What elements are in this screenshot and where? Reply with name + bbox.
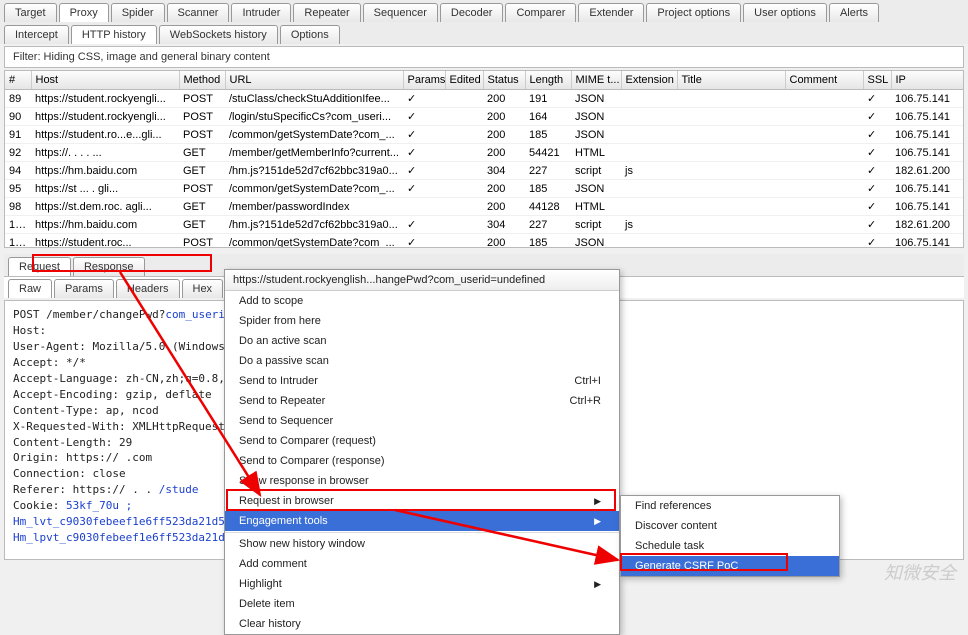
engagement-submenu[interactable]: Find referencesDiscover contentSchedule … [620,495,840,577]
submenu-generate-csrf-poc[interactable]: Generate CSRF PoC [621,556,839,576]
menu-add-to-scope[interactable]: Add to scope [225,291,619,311]
col-method[interactable]: Method [179,71,225,90]
menu-clear-history[interactable]: Clear history [225,614,619,634]
table-row[interactable]: 89https://student.rockyengli...POST/stuC… [5,90,964,108]
table-row[interactable]: 98https://st.dem.roc. agli...GET/member/… [5,198,964,216]
tab-sequencer[interactable]: Sequencer [363,3,438,22]
tab-headers[interactable]: Headers [116,279,180,298]
tab-response[interactable]: Response [73,257,145,276]
tab-websockets-history[interactable]: WebSockets history [159,25,278,44]
menu-do-a-passive-scan[interactable]: Do a passive scan [225,351,619,371]
table-row[interactable]: 90https://student.rockyengli...POST/logi… [5,108,964,126]
col-status[interactable]: Status [483,71,525,90]
request-line: POST /member/changePwd? [13,308,165,321]
table-row[interactable]: 92https://. . . . ...GET/member/getMembe… [5,144,964,162]
tab-request[interactable]: Request [8,257,71,276]
col-ssl[interactable]: SSL [863,71,891,90]
tab-http-history[interactable]: HTTP history [71,25,157,44]
context-menu[interactable]: https://student.rockyenglish...hangePwd?… [224,269,620,635]
proxy-sub-tabs: InterceptHTTP historyWebSockets historyO… [0,22,968,44]
menu-spider-from-here[interactable]: Spider from here [225,311,619,331]
tab-scanner[interactable]: Scanner [167,3,230,22]
tab-extender[interactable]: Extender [578,3,644,22]
menu-send-to-sequencer[interactable]: Send to Sequencer [225,411,619,431]
tab-repeater[interactable]: Repeater [293,3,360,22]
menu-send-to-intruder[interactable]: Send to IntruderCtrl+I [225,371,619,391]
header-referer: Referer: https:// . . [13,483,159,496]
context-menu-header: https://student.rockyenglish...hangePwd?… [225,270,619,291]
submenu-schedule-task[interactable]: Schedule task [621,536,839,556]
watermark: 知微安全 [884,559,956,585]
tab-comparer[interactable]: Comparer [505,3,576,22]
col-extension[interactable]: Extension [621,71,677,90]
tab-alerts[interactable]: Alerts [829,3,879,22]
tab-hex[interactable]: Hex [182,279,224,298]
tab-spider[interactable]: Spider [111,3,165,22]
menu-do-an-active-scan[interactable]: Do an active scan [225,331,619,351]
table-row[interactable]: 101https://student.roc...POST/common/get… [5,234,964,249]
menu-engagement-tools[interactable]: Engagement tools▶ [225,511,619,531]
tab-decoder[interactable]: Decoder [440,3,504,22]
menu-highlight[interactable]: Highlight▶ [225,574,619,594]
table-row[interactable]: 95https://st ... . gli...POST/common/get… [5,180,964,198]
table-row[interactable]: 100https://hm.baidu.comGET/hm.js?151de52… [5,216,964,234]
col-title[interactable]: Title [677,71,785,90]
header-cookie: Cookie: [13,499,66,512]
col-mimet[interactable]: MIME t... [571,71,621,90]
tab-intruder[interactable]: Intruder [231,3,291,22]
tab-target[interactable]: Target [4,3,57,22]
menu-show-new-history-window[interactable]: Show new history window [225,534,619,554]
col-host[interactable]: Host [31,71,179,90]
col-edited[interactable]: Edited [445,71,483,90]
tab-params[interactable]: Params [54,279,114,298]
submenu-find-references[interactable]: Find references [621,496,839,516]
tab-project-options[interactable]: Project options [646,3,741,22]
filter-bar[interactable]: Filter: Hiding CSS, image and general bi… [4,46,964,68]
main-tab-bar: TargetProxySpiderScannerIntruderRepeater… [0,0,968,22]
menu-send-to-comparer-response-[interactable]: Send to Comparer (response) [225,451,619,471]
col-url[interactable]: URL [225,71,403,90]
chevron-right-icon: ▶ [594,579,601,590]
referer-path: /stude [159,483,199,496]
tab-raw[interactable]: Raw [8,279,52,298]
menu-delete-item[interactable]: Delete item [225,594,619,614]
col-length[interactable]: Length [525,71,571,90]
menu-add-comment[interactable]: Add comment [225,554,619,574]
col-ip[interactable]: IP [891,71,964,90]
http-history-table[interactable]: #HostMethodURLParamsEditedStatusLengthMI… [4,70,964,248]
menu-send-to-repeater[interactable]: Send to RepeaterCtrl+R [225,391,619,411]
tab-intercept[interactable]: Intercept [4,25,69,44]
chevron-right-icon: ▶ [594,516,601,527]
tab-options[interactable]: Options [280,25,340,44]
cookie-val: 53kf_70u ; [66,499,132,512]
tab-user-options[interactable]: User options [743,3,827,22]
table-row[interactable]: 91https://student.ro...e...gli...POST/co… [5,126,964,144]
menu-send-to-comparer-request-[interactable]: Send to Comparer (request) [225,431,619,451]
col-comment[interactable]: Comment [785,71,863,90]
chevron-right-icon: ▶ [594,496,601,507]
menu-request-in-browser[interactable]: Request in browser▶ [225,491,619,511]
menu-show-response-in-browser[interactable]: Show response in browser [225,471,619,491]
submenu-discover-content[interactable]: Discover content [621,516,839,536]
tab-proxy[interactable]: Proxy [59,3,109,22]
col-[interactable]: # [5,71,31,90]
table-row[interactable]: 94https://hm.baidu.comGET/hm.js?151de52d… [5,162,964,180]
col-params[interactable]: Params [403,71,445,90]
